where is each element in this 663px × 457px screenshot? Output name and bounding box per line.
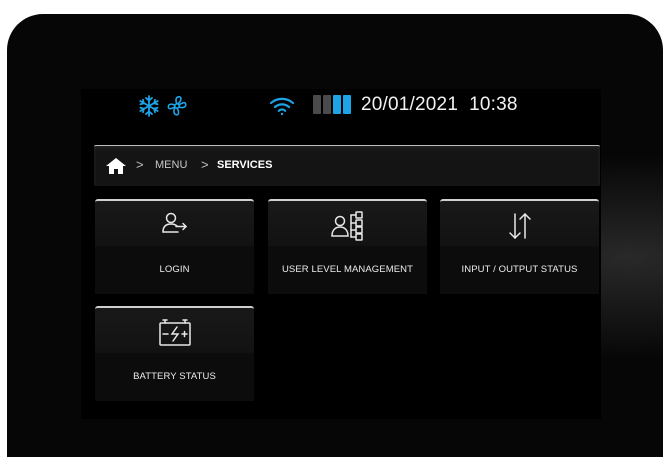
tile-label: INPUT / OUTPUT STATUS [461, 264, 578, 275]
wifi-icon [269, 96, 295, 121]
battery-segment [323, 95, 331, 114]
breadcrumb-menu[interactable]: MENU [155, 159, 187, 171]
breadcrumb-services: SERVICES [217, 159, 273, 171]
date: 20/01/2021 [361, 94, 459, 115]
screen: 20/01/2021 10:38 > MENU > SERVICES LOGIN… [81, 89, 601, 419]
chevron-right-icon: > [136, 157, 144, 172]
breadcrumb: > MENU > SERVICES [94, 145, 600, 186]
battery-status-button[interactable]: BATTERY STATUS [95, 306, 254, 401]
home-icon[interactable] [106, 158, 126, 179]
chevron-right-icon: > [201, 157, 209, 172]
battery-segment [343, 95, 351, 114]
device-bezel: 20/01/2021 10:38 > MENU > SERVICES LOGIN… [7, 14, 663, 457]
fan-icon [165, 94, 189, 123]
input-output-status-button[interactable]: INPUT / OUTPUT STATUS [440, 199, 599, 294]
tile-label: BATTERY STATUS [133, 371, 216, 382]
tile-label: LOGIN [159, 264, 190, 275]
battery-status-icon [157, 318, 193, 353]
tile-label: USER LEVEL MANAGEMENT [281, 264, 414, 275]
user-hierarchy-icon [330, 211, 365, 246]
time: 10:38 [469, 94, 518, 115]
datetime: 20/01/2021 10:38 [361, 94, 518, 116]
input-output-arrows-icon [507, 211, 533, 246]
login-icon [161, 211, 189, 242]
login-button[interactable]: LOGIN [95, 199, 254, 294]
battery-segment [313, 95, 321, 114]
user-level-management-button[interactable]: USER LEVEL MANAGEMENT [268, 199, 427, 294]
battery-segment [333, 95, 341, 114]
snowflake-icon [137, 94, 161, 123]
status-bar: 20/01/2021 10:38 [81, 89, 601, 125]
